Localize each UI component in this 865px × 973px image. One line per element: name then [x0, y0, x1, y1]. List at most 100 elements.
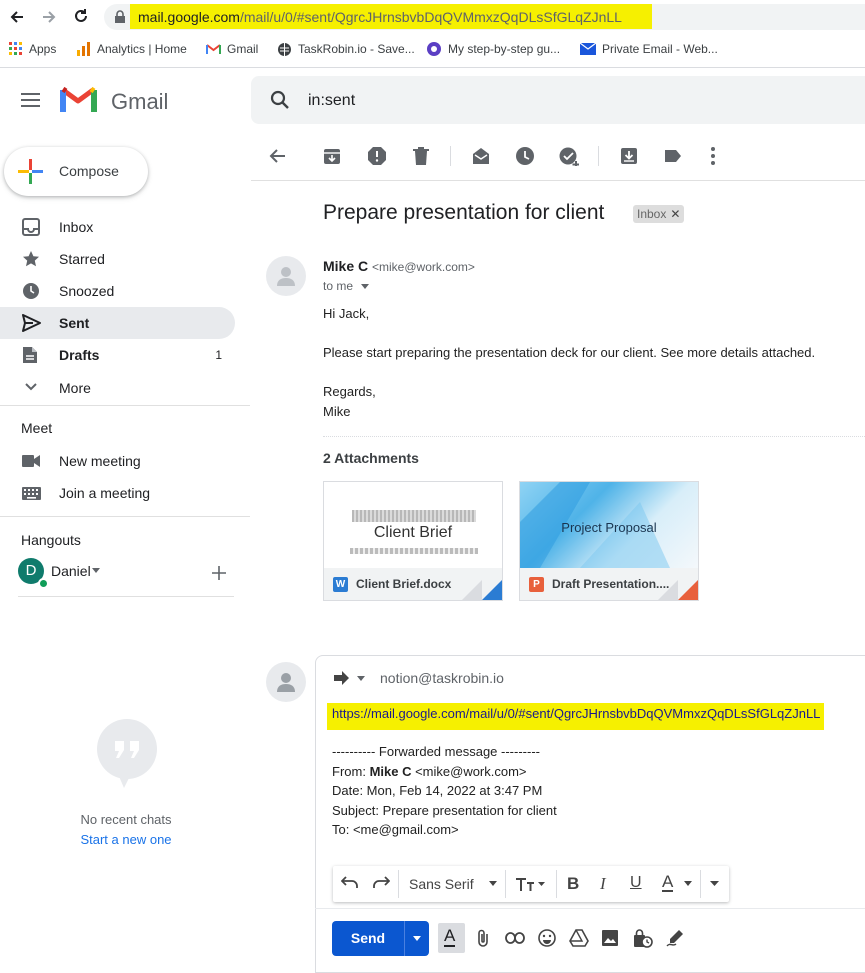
add-to-tasks-icon[interactable]	[559, 146, 579, 166]
report-spam-icon[interactable]	[367, 146, 387, 166]
archive-icon[interactable]	[322, 146, 342, 166]
bookmark-guide[interactable]: My step-by-step gu...	[426, 40, 560, 58]
italic-icon[interactable]: I	[600, 874, 606, 894]
attachment-client-brief[interactable]: Client Brief W Client Brief.docx	[323, 481, 503, 601]
from-email: <mike@work.com>	[411, 764, 527, 779]
bookmark-taskrobin[interactable]: TaskRobin.io - Save...	[277, 40, 415, 58]
forward-arrow-icon[interactable]	[40, 8, 58, 26]
compose-bottom-divider	[315, 908, 865, 909]
send-button[interactable]: Send	[332, 921, 429, 956]
sidebar-item-drafts[interactable]: Drafts 1	[0, 339, 235, 371]
gmail-icon	[206, 44, 221, 54]
preview-header-lines	[352, 510, 476, 522]
undo-icon[interactable]	[341, 876, 359, 890]
reply-type-dropdown-icon[interactable]	[357, 676, 365, 681]
sidebar-divider	[18, 596, 234, 597]
remove-label-icon[interactable]: ✕	[670, 207, 680, 221]
redo-icon[interactable]	[372, 876, 390, 890]
reload-icon[interactable]	[72, 7, 90, 25]
format-divider	[505, 870, 506, 898]
sidebar-item-sent[interactable]: Sent	[0, 307, 235, 339]
send-options-icon[interactable]	[413, 936, 421, 941]
back-arrow-icon[interactable]	[8, 8, 26, 26]
meet-title: Meet	[21, 420, 53, 436]
insert-link-icon[interactable]	[505, 932, 525, 944]
caret-down-icon[interactable]	[92, 568, 100, 573]
sidebar-divider	[0, 405, 250, 406]
badge-label: Inbox	[637, 207, 667, 221]
lock-icon[interactable]	[114, 10, 126, 24]
sidebar-item-starred[interactable]: Starred	[0, 243, 235, 275]
main-menu-icon[interactable]	[21, 92, 41, 108]
corner-fold-icon	[462, 580, 502, 600]
toolbar-divider	[598, 146, 599, 166]
add-icon[interactable]	[212, 566, 226, 580]
format-divider	[398, 870, 399, 898]
sidebar-item-label: Snoozed	[59, 283, 115, 299]
font-dropdown-icon[interactable]	[489, 881, 497, 886]
font-size-icon[interactable]	[515, 876, 545, 892]
clock-icon	[23, 283, 39, 299]
search-input[interactable]: in:sent	[308, 92, 355, 110]
preview-title: Project Proposal	[561, 520, 657, 535]
snooze-icon[interactable]	[515, 146, 535, 166]
compose-button[interactable]: Compose	[4, 147, 148, 196]
sidebar-item-snoozed[interactable]: Snoozed	[0, 275, 235, 307]
format-divider	[700, 870, 701, 898]
person-icon	[277, 673, 295, 692]
url-text[interactable]: mail.google.com/mail/u/0/#sent/QgrcJHrns…	[138, 9, 622, 25]
sidebar-item-label: Starred	[59, 251, 105, 267]
email-subject: Prepare presentation for client	[323, 201, 605, 224]
insert-photo-icon[interactable]	[601, 929, 619, 947]
bookmark-label: Gmail	[227, 42, 259, 56]
bold-icon[interactable]: B	[567, 874, 579, 894]
move-to-icon[interactable]	[619, 146, 639, 166]
delete-icon[interactable]	[411, 146, 431, 166]
bookmark-gmail[interactable]: Gmail	[206, 40, 258, 58]
gmail-logo-icon[interactable]	[60, 86, 97, 114]
pasted-link[interactable]: https://mail.google.com/mail/u/0/#sent/Q…	[332, 706, 820, 721]
formatting-options-icon: A	[444, 926, 456, 947]
text-color-icon[interactable]: A	[662, 873, 674, 892]
meet-join-meeting[interactable]: Join a meeting	[0, 477, 235, 509]
bookmark-private-email[interactable]: Private Email - Web...	[580, 40, 718, 58]
user-avatar[interactable]	[266, 662, 306, 702]
confidential-mode-icon[interactable]	[633, 929, 653, 949]
attach-file-icon[interactable]	[476, 929, 490, 947]
preview-text-lines	[350, 548, 478, 554]
meet-new-meeting[interactable]: New meeting	[0, 445, 235, 477]
label-icon[interactable]	[663, 146, 683, 166]
underline-icon[interactable]: U	[630, 874, 642, 892]
online-status-dot	[38, 578, 49, 589]
more-formatting-icon[interactable]	[710, 881, 719, 886]
recipient-details-icon[interactable]	[361, 284, 369, 289]
sender-avatar[interactable]	[266, 256, 306, 296]
body-signoff: Regards,	[323, 384, 376, 399]
mark-unread-icon[interactable]	[471, 146, 491, 166]
attachment-preview: Project Proposal	[520, 482, 698, 568]
forwarded-date: Date: Mon, Feb 14, 2022 at 3:47 PM	[332, 783, 543, 798]
bookmark-analytics[interactable]: Analytics | Home	[77, 40, 187, 58]
text-color-dropdown-icon[interactable]	[684, 881, 692, 886]
attachment-draft-presentation[interactable]: Project Proposal P Draft Presentation...…	[519, 481, 699, 601]
emoji-icon[interactable]	[538, 929, 556, 947]
attachment-name: Draft Presentation....	[552, 577, 670, 591]
search-icon[interactable]	[270, 90, 290, 110]
start-new-chat-link[interactable]: Start a new one	[0, 832, 252, 847]
google-drive-icon[interactable]	[569, 929, 589, 947]
recipient-input[interactable]: notion@taskrobin.io	[380, 670, 504, 686]
bookmark-apps[interactable]: Apps	[9, 40, 56, 58]
insert-signature-icon[interactable]	[666, 929, 684, 947]
formatting-toggle-button[interactable]: A	[438, 923, 465, 953]
bookmark-label: Private Email - Web...	[602, 42, 718, 56]
browser-chrome: mail.google.com/mail/u/0/#sent/QgrcJHrns…	[0, 0, 865, 68]
back-icon[interactable]	[268, 146, 288, 166]
sidebar-item-inbox[interactable]: Inbox	[0, 211, 235, 243]
hangouts-user-name[interactable]: Daniel	[51, 563, 91, 579]
video-icon	[22, 455, 40, 467]
font-family-select[interactable]: Sans Serif	[409, 876, 474, 892]
forward-type-icon[interactable]	[333, 671, 349, 685]
sidebar-item-label: More	[59, 380, 91, 396]
sidebar-item-more[interactable]: More	[0, 372, 235, 404]
more-options-icon[interactable]	[703, 146, 723, 166]
